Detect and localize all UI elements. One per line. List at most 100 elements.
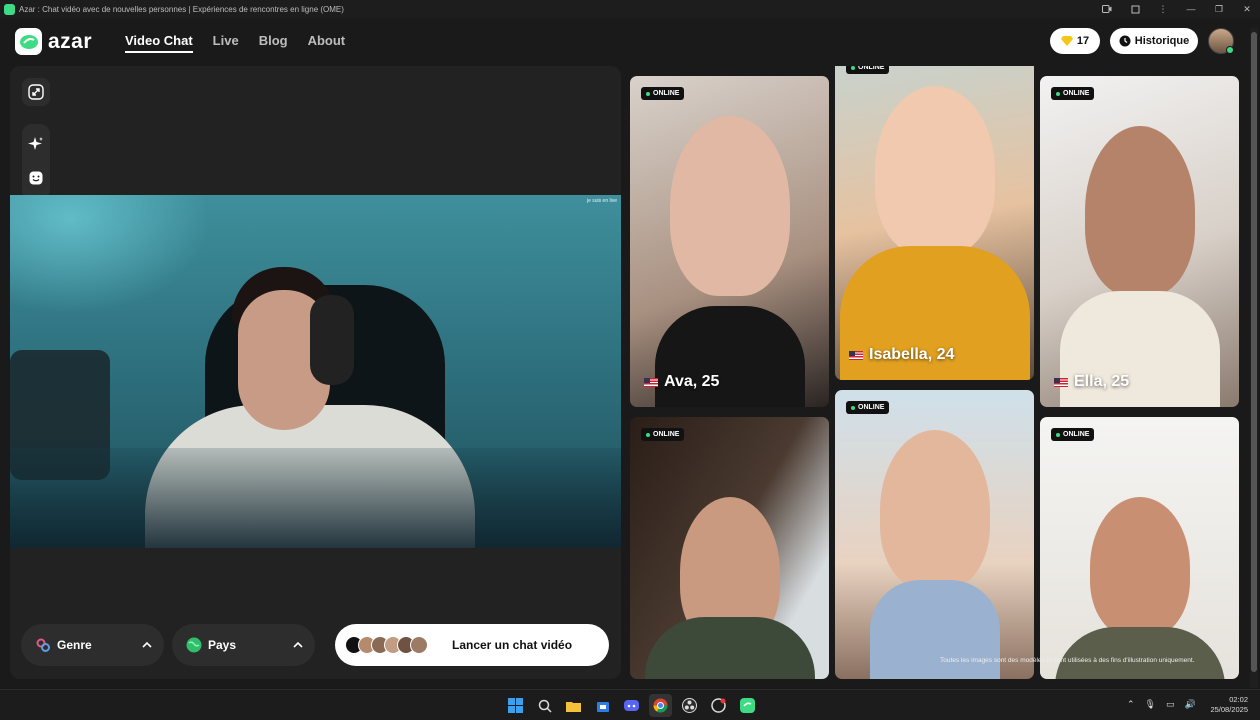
profile-photo-outfit [1054,627,1225,679]
nav-about[interactable]: About [308,33,346,53]
start-video-chat-button[interactable]: Lancer un chat vidéo [335,624,609,666]
profile-photo [874,86,995,256]
camera-permission-icon[interactable] [1100,2,1114,16]
self-camera-feed: je suis en live [10,195,621,548]
profile-card[interactable]: ONLINE [835,390,1034,679]
restore-icon[interactable]: ❐ [1212,2,1226,16]
user-faces-preview [345,636,428,654]
online-badge: ONLINE [641,428,685,441]
profile-card[interactable]: ONLINE Isabella, 24 [835,66,1034,380]
avatar-thumb [410,636,428,654]
scrollbar-thumb[interactable] [1251,32,1257,672]
taskbar-apps [504,694,759,717]
clock-date: 25/08/2025 [1210,705,1248,714]
store-icon[interactable] [591,694,614,717]
chevron-up-icon [142,637,152,651]
azar-app-icon[interactable] [736,694,759,717]
us-flag-icon [1054,377,1068,387]
effects-toolbar [22,124,50,200]
nav-live[interactable]: Live [213,33,239,53]
fullscreen-button[interactable] [22,78,50,106]
profile-photo-outfit [654,306,805,407]
online-badge: ONLINE [846,401,890,414]
system-tray: ⌃ 🎙 ▭ 🔊 [1127,699,1196,710]
chevron-up-icon[interactable]: ⌃ [1127,699,1135,710]
streamlabs-icon[interactable] [707,694,730,717]
clock-time: 02:02 [1229,695,1248,704]
globe-icon [186,637,202,653]
page-scrollbar[interactable] [1250,28,1258,688]
profile-name: Isabella, 24 [849,346,954,364]
profile-card[interactable]: ONLINE Ella, 25 [1040,76,1239,407]
wall-light [10,195,210,315]
profile-card[interactable]: ONLINE Ava, 25 [630,76,829,407]
search-icon[interactable] [533,694,556,717]
online-badge: ONLINE [1051,87,1095,100]
more-options-icon[interactable]: ⋮ [1156,2,1170,16]
sticker-button[interactable] [22,164,50,192]
genre-filter-button[interactable]: Genre [21,624,164,666]
images-disclaimer: Toutes les images sont des modèles et so… [940,657,1195,664]
gender-icon [36,638,50,652]
window-title: Azar : Chat vidéo avec de nouvelles pers… [19,4,344,14]
expand-icon [28,84,44,100]
history-button[interactable]: Historique [1110,28,1198,54]
profile-card[interactable]: ONLINE [1040,417,1239,679]
window-controls: ⋮ — ❐ ✕ [1100,2,1254,16]
us-flag-icon [644,377,658,387]
gem-icon [1060,36,1073,46]
nav-video-chat[interactable]: Video Chat [125,33,193,53]
genre-label: Genre [57,638,92,652]
us-flag-icon [849,350,863,360]
extensions-icon[interactable] [1128,2,1142,16]
windows-taskbar: ⌃ 🎙 ▭ 🔊 02:02 25/08/2025 [0,689,1260,720]
gems-button[interactable]: 17 [1050,28,1100,54]
online-badge: ONLINE [846,66,890,74]
country-label: Pays [208,638,237,652]
gems-count: 17 [1076,35,1090,47]
profile-photo-outfit [869,580,1000,679]
headset [310,295,354,385]
windows-start-icon[interactable] [504,694,527,717]
azar-favicon-icon [4,3,15,15]
taskbar-clock[interactable]: 02:02 25/08/2025 [1210,695,1248,715]
room-floor [10,448,621,548]
minimize-icon[interactable]: — [1184,2,1198,16]
obs-icon[interactable] [678,694,701,717]
site-header: azar Video Chat Live Blog About 17 Histo… [0,18,1260,64]
profile-name: Ella, 25 [1054,373,1129,391]
start-video-chat-label: Lancer un chat vidéo [452,638,573,652]
profile-avatar[interactable] [1208,28,1234,54]
profile-photo [1089,497,1190,637]
profile-photo [1084,126,1195,296]
chrome-icon[interactable] [649,694,672,717]
file-explorer-icon[interactable] [562,694,585,717]
profile-gallery: ONLINE Ava, 25 ONLINE ONLINE Isabella, 2… [630,66,1240,679]
profile-name: Ava, 25 [644,373,719,391]
volume-icon[interactable]: 🔊 [1185,699,1196,710]
discord-icon[interactable] [620,694,643,717]
country-filter-button[interactable]: Pays [172,624,315,666]
clock-icon [1119,35,1131,47]
profile-card[interactable]: ONLINE [630,417,829,679]
profile-photo-outfit [644,617,815,679]
display-icon[interactable]: ▭ [1166,699,1175,710]
history-label: Historique [1134,35,1190,47]
online-status-dot [1226,46,1234,54]
chevron-up-icon [293,637,303,651]
azar-logo[interactable]: azar [15,28,92,55]
effects-button[interactable] [22,130,50,158]
profile-photo [879,430,990,590]
main-nav: Video Chat Live Blog About [125,33,345,53]
face-sticker-icon [29,171,43,185]
profile-photo [669,116,790,296]
my-video-panel: je suis en live Genre Pays Lancer un cha… [10,66,621,679]
camera-overlay-tag: je suis en live [586,198,617,204]
online-badge: ONLINE [641,87,685,100]
microphone-icon[interactable]: 🎙 [1145,699,1156,710]
nav-blog[interactable]: Blog [259,33,288,53]
azar-logo-icon [15,28,42,55]
window-titlebar: Azar : Chat vidéo avec de nouvelles pers… [0,0,1260,18]
close-icon[interactable]: ✕ [1240,2,1254,16]
sparkle-icon [28,137,43,150]
